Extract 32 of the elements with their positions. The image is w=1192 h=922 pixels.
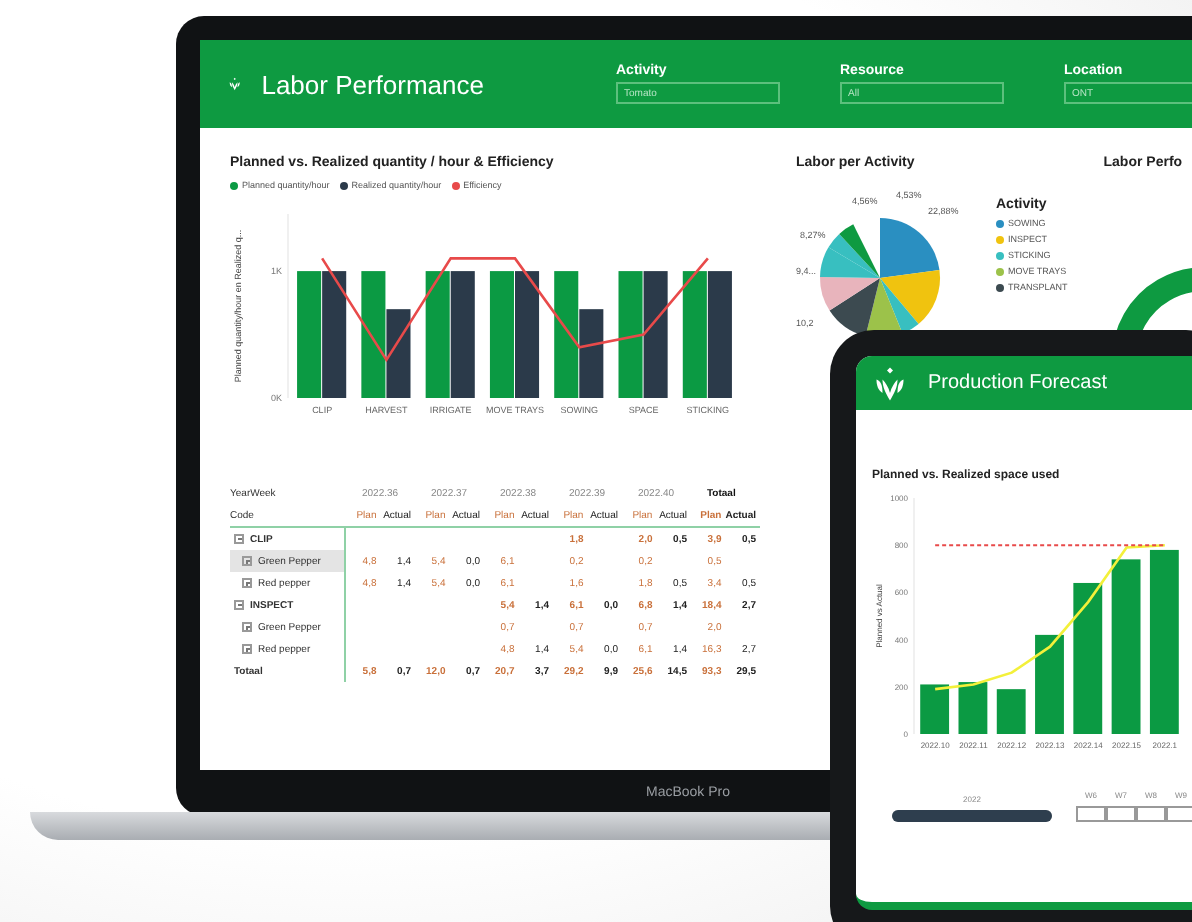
bar	[1035, 634, 1064, 734]
collapse-icon[interactable]	[234, 600, 244, 610]
week-cell[interactable]	[1106, 806, 1136, 822]
app-title: Labor Performance	[261, 69, 484, 99]
week-cell[interactable]	[1076, 806, 1106, 822]
bar	[618, 271, 643, 398]
bar	[450, 271, 475, 398]
bar	[643, 271, 668, 398]
year-slider[interactable]	[892, 810, 1052, 822]
expand-icon[interactable]	[242, 556, 252, 566]
bar	[386, 309, 411, 398]
week-cell[interactable]	[1136, 806, 1166, 822]
bar	[554, 271, 579, 398]
bar	[579, 309, 604, 398]
week-cell[interactable]	[1166, 806, 1192, 822]
bar	[707, 271, 732, 398]
app-title: Production Forecast	[928, 372, 1107, 394]
bar	[297, 271, 322, 398]
bar	[920, 684, 950, 734]
collapse-icon[interactable]	[234, 534, 244, 544]
bar	[958, 682, 988, 734]
bar	[322, 271, 347, 398]
bar	[682, 271, 707, 398]
bar	[515, 271, 540, 398]
expand-icon[interactable]	[242, 622, 252, 632]
expand-icon[interactable]	[242, 644, 252, 654]
expand-icon[interactable]	[242, 578, 252, 588]
leaf-logo-icon	[872, 365, 908, 401]
bar	[425, 271, 450, 398]
bar	[361, 271, 386, 398]
bar	[996, 689, 1026, 734]
bar	[489, 271, 514, 398]
